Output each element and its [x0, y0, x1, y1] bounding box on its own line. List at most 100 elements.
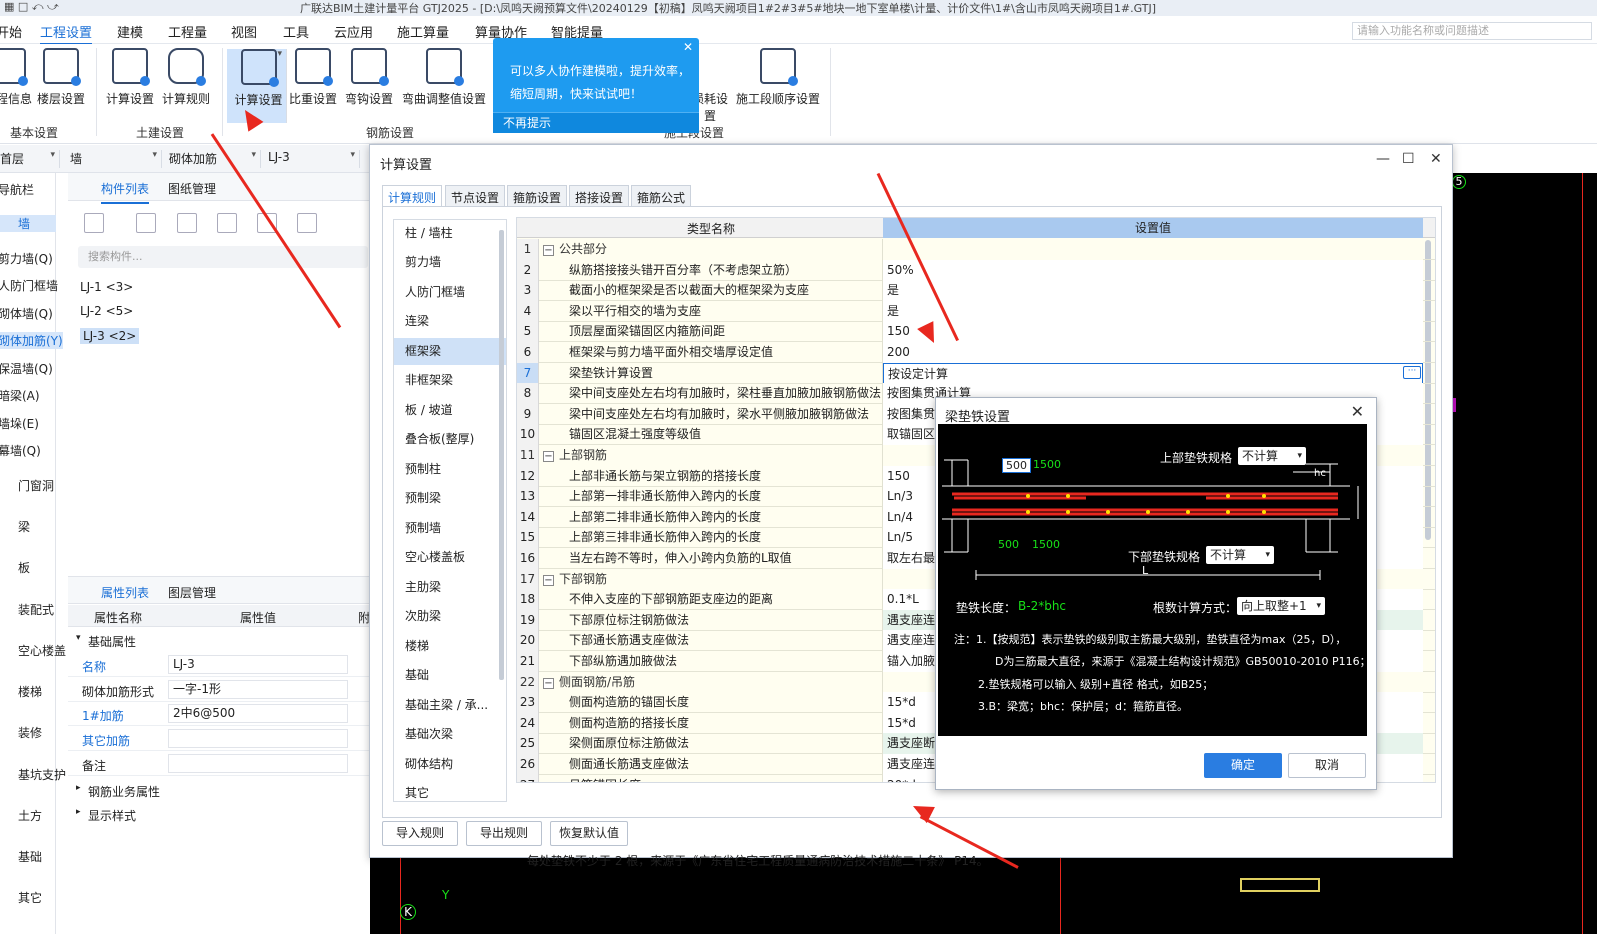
tab-calc-rules[interactable]: 计算规则 — [382, 185, 443, 207]
rule-value[interactable]: 是 — [883, 280, 1423, 302]
copy-icon[interactable] — [136, 213, 156, 233]
tab-stirrup-settings[interactable]: 箍筋设置 — [507, 185, 568, 207]
collapse-icon[interactable]: − — [543, 451, 554, 462]
rule-row[interactable]: 6 框架梁与剪力墙平面外相交墙厚设定值 200 — [517, 342, 1435, 363]
category-scrollbar[interactable] — [499, 230, 504, 680]
category-item[interactable]: 剪力墙 — [394, 249, 506, 276]
tab-stirrup-formula[interactable]: 箍筋公式 — [631, 185, 692, 207]
nav-item-stairs[interactable]: 楼梯 — [18, 683, 42, 700]
category-item-selected[interactable]: 框架梁 — [394, 338, 506, 365]
rule-row[interactable]: 2 纵筋搭接接头错开百分率（不考虑架立筋） 50% — [517, 259, 1435, 281]
bend-adjust-button[interactable]: 弯曲调整值设置 — [401, 48, 487, 107]
nav-item-decoration[interactable]: 装修 — [18, 724, 42, 741]
nav-item-slab[interactable]: 板 — [18, 559, 30, 576]
delete-icon[interactable] — [177, 213, 197, 233]
menu-view[interactable]: 视图 — [231, 22, 257, 41]
nav-item-curtain-wall[interactable]: 幕墙(Q) — [0, 442, 41, 459]
category-item[interactable]: 其它 — [394, 780, 506, 801]
rule-value[interactable]: 50% — [883, 259, 1423, 281]
category-item[interactable]: 次肋梁 — [394, 603, 506, 630]
dismiss-tooltip-link[interactable]: 不再提示 — [493, 112, 699, 133]
rule-row[interactable]: 7 梁垫铁计算设置 按设定计算 ··· — [517, 362, 1435, 384]
close-icon[interactable]: ✕ — [683, 40, 693, 54]
collapse-icon[interactable]: − — [543, 574, 554, 586]
nav-item-foundation[interactable]: 基础 — [18, 848, 42, 865]
rule-value[interactable]: 按设定计算 — [883, 362, 1423, 384]
tab-drawing-management[interactable]: 图纸管理 — [168, 180, 216, 197]
nav-item-hollow-floor[interactable]: 空心楼盖 — [18, 642, 66, 659]
category-item[interactable]: 空心楼盖板 — [394, 544, 506, 571]
nav-item-other[interactable]: 其它 — [18, 889, 42, 906]
nav-item-wall[interactable]: 墙 — [0, 215, 56, 232]
density-settings-button[interactable]: 比重设置 — [283, 48, 343, 107]
menu-cloud[interactable]: 云应用 — [334, 22, 373, 41]
top-spec-select[interactable]: 不计算 — [1238, 447, 1306, 465]
count-method-select[interactable]: 向上取整+1 — [1237, 597, 1325, 615]
maximize-icon[interactable]: ☐ — [1402, 151, 1415, 167]
ok-button[interactable]: 确定 — [1204, 753, 1282, 778]
rule-row[interactable]: 3 截面小的框架梁是否以截面大的框架梁为支座 是 — [517, 280, 1435, 302]
component-item[interactable]: LJ-1 <3> — [80, 280, 133, 294]
export-rules-button[interactable]: 导出规则 — [466, 821, 542, 846]
category-item[interactable]: 预制梁 — [394, 485, 506, 512]
category-item[interactable]: 砌体结构 — [394, 751, 506, 778]
civil-calc-settings-button[interactable]: 计算设置 — [100, 48, 160, 107]
category-item[interactable]: 非框架梁 — [394, 367, 506, 394]
rule-row[interactable]: 4 梁以平行相交的墙为支座 是 — [517, 300, 1435, 322]
minimize-icon[interactable]: — — [1376, 151, 1390, 167]
nav-item-shear-wall[interactable]: 剪力墙(Q) — [0, 250, 53, 267]
element-type-select[interactable]: 墙 — [66, 150, 162, 168]
nav-item-prefab[interactable]: 装配式 — [18, 601, 54, 618]
category-item[interactable]: 柱 / 墙柱 — [394, 220, 506, 247]
nav-item-earthwork[interactable]: 土方 — [18, 807, 42, 824]
hook-settings-button[interactable]: 弯钩设置 — [339, 48, 399, 107]
rule-value[interactable]: 是 — [883, 300, 1423, 322]
function-search-input[interactable]: 请输入功能名称或问题描述 — [1352, 22, 1592, 40]
import-rules-button[interactable]: 导入规则 — [382, 821, 458, 846]
more-options-icon[interactable]: ··· — [1403, 365, 1421, 379]
component-search-input[interactable]: 搜索构件... — [78, 246, 368, 268]
component-item-selected[interactable]: LJ-3 <2> — [80, 328, 140, 344]
rule-value[interactable]: 200 — [883, 342, 1423, 363]
property-group[interactable]: ▾ 基础属性 — [68, 629, 370, 651]
duplicate-icon[interactable] — [217, 213, 237, 233]
drawing-canvas-bottom[interactable]: Y K — [370, 858, 1452, 934]
top-dim-input[interactable]: 500 — [1002, 458, 1031, 473]
sub-type-select[interactable]: 砌体加筋 — [165, 150, 261, 168]
new-component-icon[interactable] — [84, 213, 104, 233]
rule-value[interactable] — [883, 239, 1423, 260]
category-item[interactable]: 主肋梁 — [394, 574, 506, 601]
drawing-canvas[interactable]: 5 — [1452, 173, 1597, 934]
menu-construction-quantity[interactable]: 施工算量 — [397, 22, 449, 41]
menu-tools[interactable]: 工具 — [283, 22, 309, 41]
tab-property-list[interactable]: 属性列表 — [101, 584, 150, 608]
nav-item-civil-defense-wall[interactable]: 人防门框墙 — [0, 277, 58, 294]
property-group-rebar[interactable]: ▸ 钢筋业务属性 — [68, 778, 370, 802]
tab-component-list[interactable]: 构件列表 — [101, 180, 150, 204]
category-item[interactable]: 人防门框墙 — [394, 279, 506, 306]
rule-row[interactable]: 5 顶层屋面梁锚固区内箍筋间距 150 — [517, 321, 1435, 343]
calc-rules-button[interactable]: 计算规则 — [156, 48, 216, 107]
nav-item-door-window[interactable]: 门窗洞 — [18, 477, 54, 494]
property-group-display[interactable]: ▸ 显示样式 — [68, 802, 370, 826]
menu-modeling[interactable]: 建模 — [117, 22, 143, 41]
tab-lap-settings[interactable]: 搭接设置 — [569, 185, 630, 207]
floor-select[interactable]: 首层 — [0, 150, 60, 168]
category-item[interactable]: 基础 — [394, 662, 506, 689]
category-item[interactable]: 基础次梁 — [394, 721, 506, 748]
collapse-icon[interactable]: − — [543, 677, 554, 689]
close-icon[interactable]: ✕ — [1351, 402, 1364, 421]
sort-icon[interactable] — [297, 213, 317, 233]
component-item[interactable]: LJ-2 <5> — [80, 304, 133, 318]
close-icon[interactable]: ✕ — [1430, 151, 1442, 167]
nav-item-beam[interactable]: 梁 — [18, 518, 30, 535]
nav-item-hidden-beam[interactable]: 暗梁(A) — [0, 387, 40, 404]
nav-item-pit-support[interactable]: 基坑支护 — [18, 766, 66, 783]
category-item[interactable]: 基础主梁 / 承... — [394, 692, 506, 719]
collapse-icon[interactable]: − — [543, 245, 554, 256]
component-select[interactable]: LJ-3 — [264, 150, 360, 168]
restore-defaults-button[interactable]: 恢复默认值 — [550, 821, 628, 846]
tab-node-settings[interactable]: 节点设置 — [445, 185, 506, 207]
bottom-spec-select[interactable]: 不计算 — [1206, 546, 1274, 564]
cancel-button[interactable]: 取消 — [1288, 753, 1366, 778]
